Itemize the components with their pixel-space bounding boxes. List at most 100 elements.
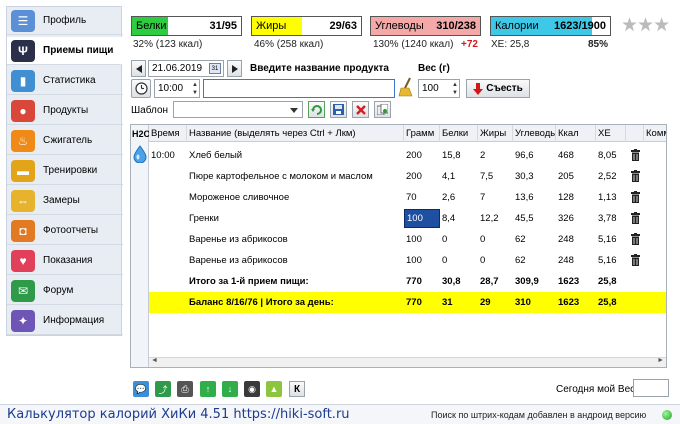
product-search-input[interactable] <box>203 79 395 98</box>
eat-button[interactable]: Съесть <box>466 79 530 98</box>
weight-today-input[interactable] <box>633 379 669 397</box>
cell-fat: 29 <box>480 297 491 308</box>
cell-protein: 15,8 <box>442 150 461 161</box>
cell-time <box>149 187 187 208</box>
sidebar-item-label: Фотоотчеты <box>43 225 99 236</box>
table-row[interactable]: 10:00 Хлеб белый 200 15,8 2 96,6 468 8,05 <box>149 145 666 166</box>
trash-icon[interactable] <box>631 170 640 182</box>
cell-gram[interactable]: 770 <box>404 271 440 292</box>
table-row[interactable]: Варенье из абрикосов 100 0 0 62 248 5,16 <box>149 229 666 250</box>
horizontal-scrollbar[interactable]: ◄ ► <box>149 357 666 367</box>
arrow-down-red-icon <box>473 82 484 95</box>
stats-chart-icon: ▮ <box>11 69 35 92</box>
scroll-right-icon[interactable]: ► <box>657 357 664 364</box>
trash-icon[interactable] <box>631 191 640 203</box>
sidebar-item-4[interactable]: ♨ Сжигатель <box>7 127 123 155</box>
apply-template-button[interactable] <box>308 101 325 118</box>
cell-fat: 12,2 <box>480 213 499 224</box>
water-drop-icon[interactable] <box>133 145 147 166</box>
cell-fat: 7,5 <box>480 171 494 182</box>
cell-gram[interactable]: 100 <box>404 209 440 228</box>
sidebar-item-10[interactable]: ✦ Информация <box>7 307 123 335</box>
sidebar-item-2[interactable]: ▮ Статистика <box>7 67 123 95</box>
cell-carbs: 45,5 <box>515 213 534 224</box>
cell-time: 10:00 <box>151 150 175 161</box>
cell-name: Хлеб белый <box>189 150 243 161</box>
cell-protein: 8,4 <box>442 213 456 224</box>
table-row[interactable]: Варенье из абрикосов 100 0 0 62 248 5,16 <box>149 250 666 271</box>
copy-template-button[interactable] <box>374 101 391 118</box>
table-row[interactable]: Мороженое сливочное 70 2,6 7 13,6 128 1,13 <box>149 187 666 208</box>
cell-protein: 0 <box>442 255 448 266</box>
sidebar-item-label: Тренировки <box>43 165 98 176</box>
app-title-link[interactable]: Калькулятор калорий ХиКи 4.51 https://hi… <box>7 407 350 422</box>
cell-kcal: 1623 <box>558 297 580 308</box>
sidebar-item-6[interactable]: ⇔ Замеры <box>7 187 123 215</box>
sidebar-item-3[interactable]: ● Продукты <box>7 97 123 125</box>
weight-spin-icon[interactable]: ▲ ▼ <box>452 81 458 97</box>
sidebar-item-5[interactable]: ▬ Тренировки <box>7 157 123 185</box>
trash-icon[interactable] <box>631 149 640 161</box>
k-button[interactable]: К <box>289 381 305 397</box>
print-icon[interactable]: ⎙ <box>177 381 193 397</box>
rating-stars-icon[interactable]: ★★★ <box>621 14 670 37</box>
upload-icon[interactable]: ↑ <box>200 381 216 397</box>
cell-carbs: 62 <box>515 255 526 266</box>
table-row[interactable]: Пюре картофельное с молоком и маслом 200 4… <box>149 166 666 187</box>
cell-kcal: 128 <box>558 192 574 203</box>
prev-day-button[interactable] <box>131 60 146 77</box>
trash-icon[interactable] <box>631 212 640 224</box>
weight-input[interactable]: 100 ▲ ▼ <box>418 79 460 98</box>
sidebar-item-1[interactable]: Ψ Приемы пищи <box>7 37 123 65</box>
product-prompt: Введите название продукта <box>250 63 389 74</box>
cell-carbs: 13,6 <box>515 192 534 203</box>
delete-template-button[interactable] <box>352 101 369 118</box>
arrow-left-icon <box>135 64 142 73</box>
sidebar-item-9[interactable]: ✉ Форум <box>7 277 123 305</box>
cell-gram[interactable]: 770 <box>404 292 440 313</box>
spin-icon[interactable]: ▲ ▼ <box>192 81 198 97</box>
weight-label: Вес (г) <box>418 63 450 74</box>
sidebar-item-7[interactable]: ◘ Фотоотчеты <box>7 217 123 245</box>
date-field[interactable]: 21.06.2019 31 <box>148 60 224 77</box>
balance-row: Баланс 8/16/76 | Итого за день: 770 31 29 31… <box>149 292 666 313</box>
android-icon[interactable]: ▲ <box>266 381 282 397</box>
broom-clear-icon[interactable] <box>398 77 414 97</box>
bread-units: ХЕ: 25,8 <box>491 39 530 50</box>
apply-template-icon <box>311 105 322 115</box>
cell-xe: 25,8 <box>598 276 617 287</box>
time-field[interactable]: 10:00 ▲ ▼ <box>154 79 200 98</box>
table-row[interactable]: Гренки 100 8,4 12,2 45,5 326 3,78 <box>149 208 666 229</box>
sidebar-item-8[interactable]: ♥ Показания <box>7 247 123 275</box>
sidebar-item-0[interactable]: ☰ Профиль <box>7 7 123 35</box>
cell-kcal: 248 <box>558 234 574 245</box>
sidebar-item-label: Замеры <box>43 195 80 206</box>
clock-button[interactable] <box>131 79 151 98</box>
save-template-button[interactable] <box>330 101 347 118</box>
camera-icon: ◘ <box>11 219 35 242</box>
download-icon[interactable]: ↓ <box>222 381 238 397</box>
cell-gram[interactable]: 100 <box>404 229 440 250</box>
trash-icon[interactable] <box>631 254 640 266</box>
trash-icon[interactable] <box>631 233 640 245</box>
sidebar-item-label: Продукты <box>43 105 89 116</box>
template-select[interactable] <box>173 101 303 118</box>
cell-gram[interactable]: 70 <box>404 187 440 208</box>
cell-xe: 8,05 <box>598 150 617 161</box>
cell-gram[interactable]: 100 <box>404 250 440 271</box>
chat-icon[interactable]: 💬 <box>133 381 149 397</box>
protein-value: 31/95 <box>209 20 237 32</box>
eat-button-label: Съесть <box>486 83 523 94</box>
camera-icon[interactable]: ◉ <box>244 381 260 397</box>
calendar-icon[interactable]: 31 <box>209 63 221 74</box>
cell-fat: 0 <box>480 255 486 266</box>
next-day-button[interactable] <box>227 60 242 77</box>
weight-today-label: Сегодня мой Вес <box>556 384 636 395</box>
cell-gram[interactable]: 200 <box>404 145 440 166</box>
cell-gram[interactable]: 200 <box>404 166 440 187</box>
cell-kcal: 326 <box>558 213 574 224</box>
cell-kcal: 468 <box>558 150 574 161</box>
share-icon[interactable]: ⤴ <box>155 381 171 397</box>
scroll-left-icon[interactable]: ◄ <box>151 357 158 364</box>
weight-value: 100 <box>422 83 439 94</box>
